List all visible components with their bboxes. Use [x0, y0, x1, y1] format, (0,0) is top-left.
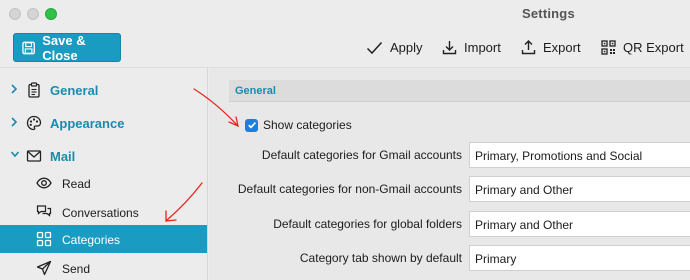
apply-label: Apply: [390, 40, 423, 55]
chat-bubbles-icon: [36, 205, 52, 217]
field-label: Default categories for Gmail accounts: [261, 148, 462, 162]
sidebar-subitem-categories[interactable]: Categories: [0, 225, 207, 253]
envelope-icon: [26, 150, 42, 162]
toolbar: Save & Close Apply Import Export QR Expo…: [0, 28, 690, 68]
qr-code-icon: [601, 40, 616, 55]
chevron-right-icon: [11, 117, 18, 127]
sidebar-subitem-label: Send: [62, 262, 91, 276]
non-gmail-categories-select[interactable]: Primary and Other: [469, 176, 690, 202]
sidebar-subitem-conversations[interactable]: Conversations: [0, 198, 207, 226]
gmail-categories-select[interactable]: Primary, Promotions and Social: [469, 142, 690, 168]
global-folders-categories-select[interactable]: Primary and Other: [469, 211, 690, 237]
sidebar-item-label: Mail: [50, 149, 76, 164]
checkmark-icon: [366, 41, 383, 54]
export-label: Export: [543, 40, 581, 55]
chevron-down-icon: [10, 151, 20, 158]
qr-export-label: QR Export: [623, 40, 684, 55]
sidebar-item-general[interactable]: General: [0, 76, 207, 104]
sidebar-item-label: Appearance: [50, 116, 125, 131]
import-label: Import: [464, 40, 501, 55]
import-icon: [442, 41, 457, 55]
default-tab-row: Category tab shown by default Primary: [209, 245, 690, 271]
clipboard-icon: [28, 82, 40, 98]
apply-button[interactable]: Apply: [366, 40, 423, 55]
field-label: Default categories for non-Gmail account…: [237, 182, 462, 196]
maximize-window-button[interactable]: [45, 8, 57, 20]
chevron-right-icon: [11, 84, 18, 94]
sidebar-subitem-send[interactable]: Send: [0, 254, 207, 280]
default-tab-select[interactable]: Primary: [469, 245, 690, 271]
section-header: General: [229, 80, 690, 102]
minimize-window-button[interactable]: [27, 8, 39, 20]
floppy-disk-icon: [22, 41, 35, 54]
sidebar-item-appearance[interactable]: Appearance: [0, 109, 207, 137]
sidebar-item-label: General: [50, 83, 99, 98]
global-folders-categories-row: Default categories for global folders Pr…: [209, 211, 690, 237]
non-gmail-categories-row: Default categories for non-Gmail account…: [209, 176, 690, 202]
close-window-button[interactable]: [9, 8, 21, 20]
qr-export-button[interactable]: QR Export: [601, 40, 684, 55]
show-categories-row[interactable]: Show categories: [245, 118, 352, 132]
gmail-categories-row: Default categories for Gmail accounts Pr…: [209, 142, 690, 168]
field-label: Default categories for global folders: [273, 217, 462, 231]
save-close-button[interactable]: Save & Close: [13, 32, 121, 63]
import-button[interactable]: Import: [442, 40, 501, 55]
eye-icon: [36, 177, 52, 189]
export-button[interactable]: Export: [521, 40, 581, 55]
export-icon: [521, 40, 536, 55]
field-label: Category tab shown by default: [299, 251, 462, 265]
settings-sidebar: General Appearance Mail Read Conversatio…: [0, 68, 208, 280]
sidebar-subitem-label: Conversations: [62, 206, 139, 220]
save-close-label: Save & Close: [42, 32, 86, 63]
sidebar-subitem-read[interactable]: Read: [0, 169, 207, 197]
send-icon: [36, 260, 52, 276]
sidebar-item-mail[interactable]: Mail: [0, 142, 207, 170]
show-categories-label: Show categories: [263, 118, 352, 132]
settings-main-panel: General Show categories Default categori…: [209, 68, 690, 280]
sidebar-subitem-label: Categories: [62, 233, 121, 247]
show-categories-checkbox[interactable]: [245, 118, 258, 132]
checkmark-icon: [247, 122, 256, 129]
section-title: General: [235, 85, 276, 97]
window-title: Settings: [522, 6, 575, 21]
palette-icon: [26, 115, 42, 131]
grid-icon: [36, 231, 52, 247]
title-bar: Settings: [0, 0, 690, 28]
sidebar-subitem-label: Read: [62, 177, 91, 191]
